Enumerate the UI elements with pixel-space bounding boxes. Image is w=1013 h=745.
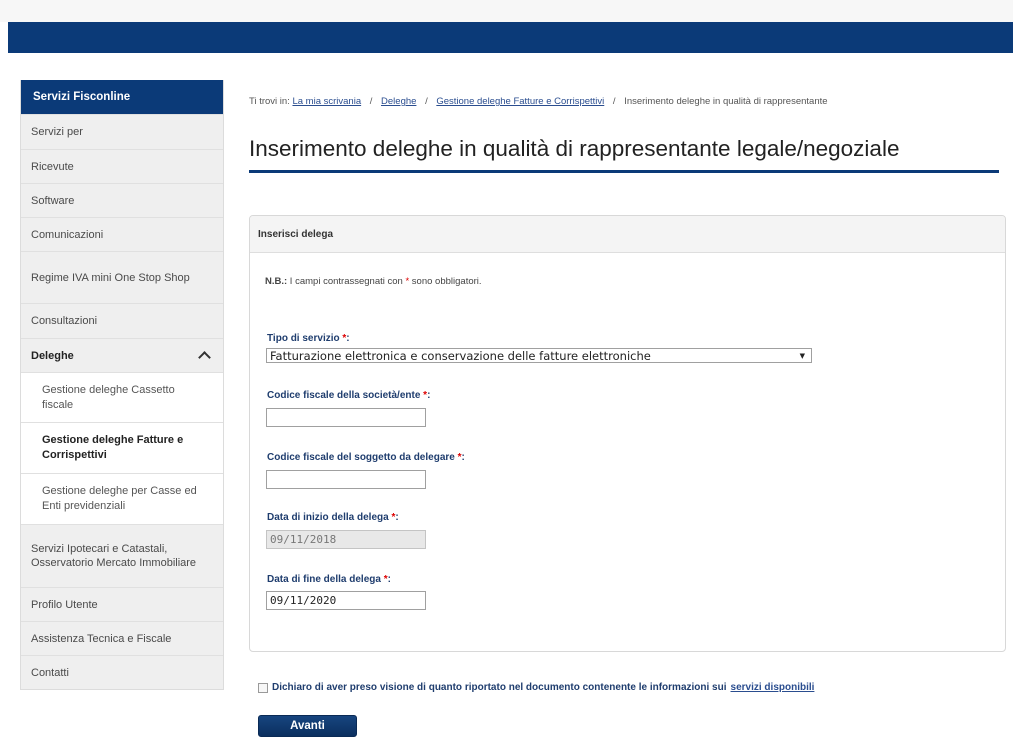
cf-societa-input[interactable]	[266, 408, 426, 427]
servizi-disponibili-link[interactable]: servizi disponibili	[731, 682, 815, 693]
header-bar	[8, 22, 1013, 53]
declaration: Dichiaro di aver preso visione di quanto…	[258, 682, 814, 693]
sidebar-item-ricevute[interactable]: Ricevute	[21, 149, 223, 183]
label-colon: :	[387, 574, 391, 585]
sidebar-item-assistenza[interactable]: Assistenza Tecnica e Fiscale	[21, 621, 223, 655]
select-value: Fatturazione elettronica e conservazione…	[270, 349, 651, 363]
sidebar-item-comunicazioni[interactable]: Comunicazioni	[21, 217, 223, 251]
required-note: N.B.: I campi contrassegnati con * sono …	[265, 276, 482, 287]
sidebar-item-consultazioni[interactable]: Consultazioni	[21, 303, 223, 338]
sidebar-subitem-casse-enti[interactable]: Gestione deleghe per Casse ed Enti previ…	[21, 473, 223, 524]
label-text: Data di fine della delega	[267, 574, 381, 585]
sidebar-subitem-cassetto-fiscale[interactable]: Gestione deleghe Cassetto fiscale	[21, 372, 223, 422]
sidebar-item-regime-iva[interactable]: Regime IVA mini One Stop Shop	[21, 251, 223, 303]
note-end: sono obbligatori.	[409, 276, 482, 287]
sidebar-item-servizi-per[interactable]: Servizi per	[21, 114, 223, 149]
cf-societa-label: Codice fiscale della società/ente *:	[267, 390, 430, 401]
note-bold: N.B.:	[265, 276, 288, 287]
breadcrumb-prefix: Ti trovi in:	[249, 96, 290, 107]
label-colon: :	[395, 512, 399, 523]
avanti-button[interactable]: Avanti	[258, 715, 357, 737]
breadcrumb-separator: /	[612, 96, 616, 107]
sidebar-item-servizi-ipotecari[interactable]: Servizi Ipotecari e Catastali, Osservato…	[21, 524, 223, 587]
form-panel: Inserisci delega N.B.: I campi contrasse…	[249, 215, 1006, 652]
sidebar: Servizi Fisconline Servizi per Ricevute …	[20, 80, 224, 690]
declaration-text: Dichiaro di aver preso visione di quanto…	[272, 682, 727, 693]
sidebar-item-label: Deleghe	[31, 349, 74, 362]
declaration-checkbox[interactable]	[258, 682, 268, 693]
top-shadow	[0, 0, 1013, 22]
label-text: Codice fiscale del soggetto da delegare	[267, 452, 455, 463]
label-text: Tipo di servizio	[267, 333, 340, 344]
cf-soggetto-label: Codice fiscale del soggetto da delegare …	[267, 452, 465, 463]
required-star: *	[454, 452, 462, 463]
label-text: Data di inizio della delega	[267, 512, 389, 523]
label-colon: :	[427, 390, 431, 401]
sidebar-header: Servizi Fisconline	[21, 80, 223, 114]
data-fine-input[interactable]: 09/11/2020	[266, 591, 426, 610]
breadcrumb-link-deleghe[interactable]: Deleghe	[381, 96, 416, 107]
label-colon: :	[461, 452, 465, 463]
chevron-up-icon[interactable]	[198, 351, 211, 364]
sidebar-item-contatti[interactable]: Contatti	[21, 655, 223, 689]
sidebar-item-software[interactable]: Software	[21, 183, 223, 217]
breadcrumb-current: Inserimento deleghe in qualità di rappre…	[624, 96, 828, 107]
label-colon: :	[346, 333, 350, 344]
dropdown-arrow-icon: ▼	[799, 352, 805, 360]
tipo-servizio-label: Tipo di servizio *:	[267, 333, 350, 344]
breadcrumb-separator: /	[369, 96, 373, 107]
data-fine-label: Data di fine della delega *:	[267, 574, 391, 585]
breadcrumb-link-fatture[interactable]: Gestione deleghe Fatture e Corrispettivi	[436, 96, 604, 107]
page-title: Inserimento deleghe in qualità di rappre…	[249, 136, 900, 161]
note-text: I campi contrassegnati con	[287, 276, 406, 287]
tipo-servizio-select[interactable]: Fatturazione elettronica e conservazione…	[266, 348, 812, 363]
cf-soggetto-input[interactable]	[266, 470, 426, 489]
sidebar-item-profilo-utente[interactable]: Profilo Utente	[21, 587, 223, 621]
data-inizio-input: 09/11/2018	[266, 530, 426, 549]
sidebar-subitem-fatture-corrispettivi[interactable]: Gestione deleghe Fatture e Corrispettivi	[21, 422, 223, 473]
label-text: Codice fiscale della società/ente	[267, 390, 421, 401]
breadcrumb: Ti trovi in: La mia scrivania / Deleghe …	[249, 96, 828, 107]
breadcrumb-link-scrivania[interactable]: La mia scrivania	[292, 96, 361, 107]
sidebar-item-deleghe[interactable]: Deleghe	[21, 338, 223, 372]
title-underline	[249, 170, 999, 173]
breadcrumb-separator: /	[425, 96, 428, 107]
required-star: *	[380, 574, 388, 585]
panel-title: Inserisci delega	[250, 216, 1005, 253]
data-inizio-label: Data di inizio della delega *:	[267, 512, 399, 523]
